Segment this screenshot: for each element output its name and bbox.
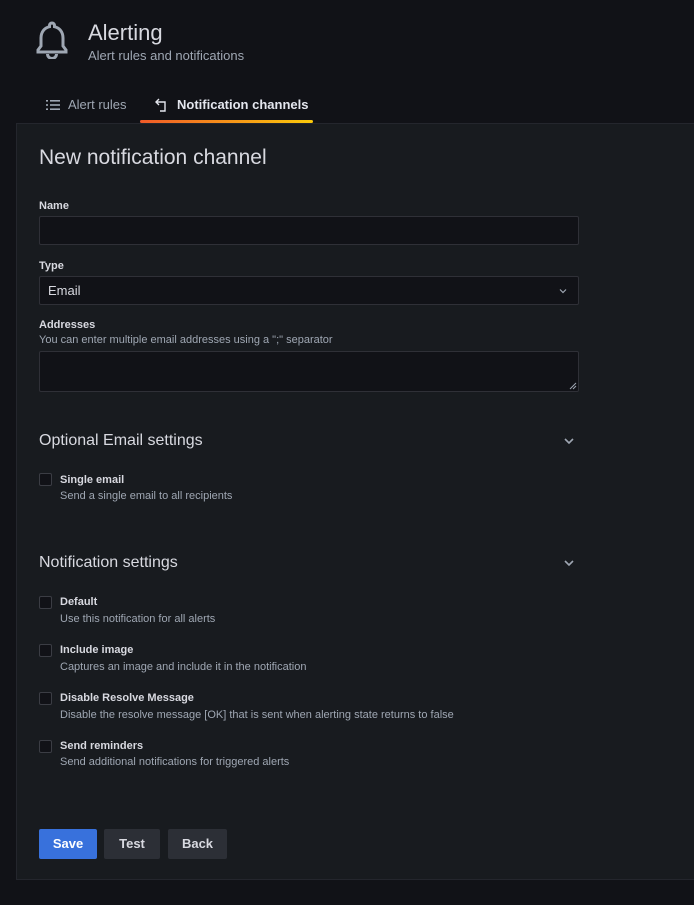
addresses-textarea[interactable] [39,351,579,392]
tab-notification-channels[interactable]: Notification channels [140,92,313,123]
tab-alert-rules[interactable]: Alert rules [46,92,127,123]
channel-icon [155,98,166,112]
content-panel: New notification channel Name Type Email… [16,123,694,880]
chevron-down-icon [559,289,567,294]
send-reminders-description: Send additional notifications for trigge… [60,756,290,768]
send-reminders-checkbox[interactable] [39,740,52,753]
chevron-down-icon[interactable] [563,557,575,569]
save-button[interactable]: Save [39,829,97,859]
default-checkbox[interactable] [39,596,52,609]
list-icon [46,100,60,110]
default-label: Default [60,596,98,608]
type-select-value: Email [48,283,81,298]
type-select[interactable]: Email [39,276,579,305]
disable-resolve-message-label: Disable Resolve Message [60,692,194,704]
tab-alert-rules-label: Alert rules [68,97,127,112]
page-title: Alerting [88,20,163,45]
disable-resolve-message-checkbox[interactable] [39,692,52,705]
page-subtitle: Alert rules and notifications [88,48,245,63]
bell-icon [36,21,68,59]
back-button[interactable]: Back [168,829,227,859]
include-image-checkbox[interactable] [39,644,52,657]
tab-notification-channels-label: Notification channels [177,97,309,112]
name-label: Name [39,200,69,212]
disable-resolve-message-description: Disable the resolve message [OK] that is… [60,709,454,721]
optional-email-settings-title[interactable]: Optional Email settings [39,432,203,450]
default-description: Use this notification for all alerts [60,613,216,625]
name-input[interactable] [39,216,579,245]
addresses-description: You can enter multiple email addresses u… [39,334,333,346]
page-header: Alerting Alert rules and notifications A… [0,0,694,123]
single-email-description: Send a single email to all recipients [60,490,233,502]
single-email-checkbox[interactable] [39,473,52,486]
single-email-label: Single email [60,474,125,486]
send-reminders-label: Send reminders [60,740,144,752]
addresses-label: Addresses [39,319,96,331]
include-image-description: Captures an image and include it in the … [60,661,307,673]
include-image-label: Include image [60,644,134,656]
type-label: Type [39,260,64,272]
tab-bar: Alert rules Notification channels [0,92,694,123]
form-heading: New notification channel [39,146,267,169]
chevron-down-icon[interactable] [563,435,575,447]
resize-handle-icon[interactable] [569,382,577,390]
notification-settings-title[interactable]: Notification settings [39,554,178,572]
test-button[interactable]: Test [104,829,160,859]
